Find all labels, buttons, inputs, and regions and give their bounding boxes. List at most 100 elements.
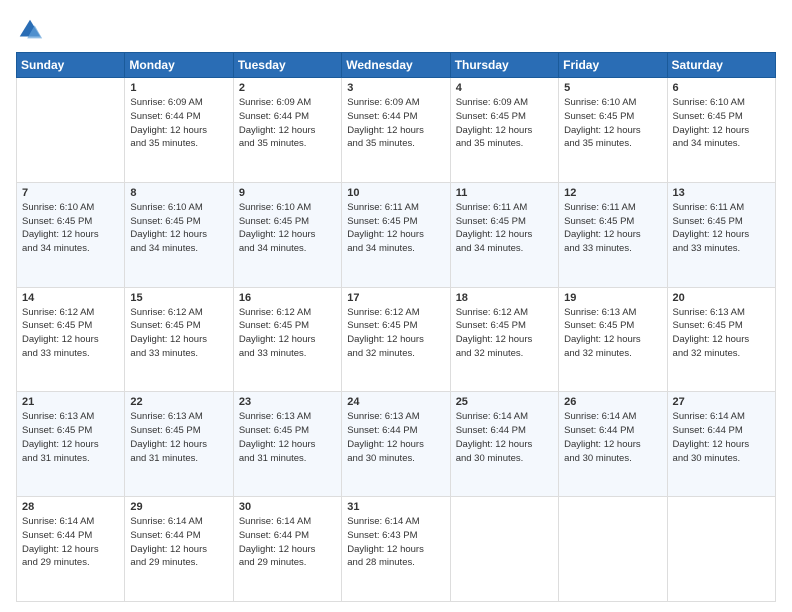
calendar-cell: 21 Sunrise: 6:13 AMSunset: 6:45 PMDayligh…: [17, 392, 125, 497]
day-info: Sunrise: 6:10 AMSunset: 6:45 PMDaylight:…: [130, 201, 227, 256]
day-info: Sunrise: 6:09 AMSunset: 6:44 PMDaylight:…: [130, 96, 227, 151]
calendar-cell: 9Sunrise: 6:10 AMSunset: 6:45 PMDaylight…: [233, 182, 341, 287]
calendar-cell: 29 Sunrise: 6:14 AMSunset: 6:44 PMDayligh…: [125, 497, 233, 602]
calendar-cell: 11 Sunrise: 6:11 AMSunset: 6:45 PMDayligh…: [450, 182, 558, 287]
calendar-cell: 25 Sunrise: 6:14 AMSunset: 6:44 PMDayligh…: [450, 392, 558, 497]
day-info: Sunrise: 6:12 AMSunset: 6:45 PMDaylight:…: [22, 306, 119, 361]
calendar-cell: 8 Sunrise: 6:10 AMSunset: 6:45 PMDaylight…: [125, 182, 233, 287]
day-info: Sunrise: 6:13 AMSunset: 6:45 PMDaylight:…: [673, 306, 770, 361]
day-number: 28: [22, 501, 119, 513]
day-info: Sunrise: 6:13 AMSunset: 6:45 PMDaylight:…: [22, 410, 119, 465]
header-day-thursday: Thursday: [450, 53, 558, 78]
day-number: 26: [564, 396, 661, 408]
calendar-week-5: 28 Sunrise: 6:14 AMSunset: 6:44 PMDayligh…: [17, 497, 776, 602]
day-info: Sunrise: 6:13 AMSunset: 6:45 PMDaylight:…: [239, 410, 336, 465]
calendar-cell: 24Sunrise: 6:13 AMSunset: 6:44 PMDayligh…: [342, 392, 450, 497]
calendar-cell: 2Sunrise: 6:09 AMSunset: 6:44 PMDaylight…: [233, 78, 341, 183]
day-number: 29: [130, 501, 227, 513]
calendar-cell: [17, 78, 125, 183]
logo-icon: [16, 16, 44, 44]
day-number: 19: [564, 292, 661, 304]
day-info: Sunrise: 6:14 AMSunset: 6:44 PMDaylight:…: [673, 410, 770, 465]
day-number: 5: [564, 82, 661, 94]
calendar-cell: 20 Sunrise: 6:13 AMSunset: 6:45 PMDayligh…: [667, 287, 775, 392]
day-number: 20: [673, 292, 770, 304]
day-info: Sunrise: 6:14 AMSunset: 6:44 PMDaylight:…: [239, 515, 336, 570]
calendar-cell: 13 Sunrise: 6:11 AMSunset: 6:45 PMDayligh…: [667, 182, 775, 287]
day-number: 24: [347, 396, 444, 408]
day-number: 17: [347, 292, 444, 304]
day-info: Sunrise: 6:12 AMSunset: 6:45 PMDaylight:…: [130, 306, 227, 361]
calendar-cell: 5 Sunrise: 6:10 AMSunset: 6:45 PMDaylight…: [559, 78, 667, 183]
day-info: Sunrise: 6:09 AMSunset: 6:44 PMDaylight:…: [347, 96, 444, 151]
calendar-cell: 15Sunrise: 6:12 AMSunset: 6:45 PMDayligh…: [125, 287, 233, 392]
header-day-saturday: Saturday: [667, 53, 775, 78]
day-number: 13: [673, 187, 770, 199]
day-info: Sunrise: 6:09 AMSunset: 6:45 PMDaylight:…: [456, 96, 553, 151]
calendar-cell: 27Sunrise: 6:14 AMSunset: 6:44 PMDayligh…: [667, 392, 775, 497]
calendar-cell: 6 Sunrise: 6:10 AMSunset: 6:45 PMDaylight…: [667, 78, 775, 183]
calendar-table: SundayMondayTuesdayWednesdayThursdayFrid…: [16, 52, 776, 602]
day-number: 21: [22, 396, 119, 408]
day-number: 3: [347, 82, 444, 94]
day-number: 1: [130, 82, 227, 94]
day-info: Sunrise: 6:10 AMSunset: 6:45 PMDaylight:…: [22, 201, 119, 256]
calendar-week-2: 7 Sunrise: 6:10 AMSunset: 6:45 PMDaylight…: [17, 182, 776, 287]
header-day-sunday: Sunday: [17, 53, 125, 78]
header: [16, 16, 776, 44]
day-number: 18: [456, 292, 553, 304]
day-number: 14: [22, 292, 119, 304]
day-number: 4: [456, 82, 553, 94]
day-number: 23: [239, 396, 336, 408]
calendar-cell: 3 Sunrise: 6:09 AMSunset: 6:44 PMDaylight…: [342, 78, 450, 183]
calendar-cell: 30Sunrise: 6:14 AMSunset: 6:44 PMDayligh…: [233, 497, 341, 602]
calendar-cell: [559, 497, 667, 602]
day-number: 10: [347, 187, 444, 199]
calendar-cell: [667, 497, 775, 602]
day-info: Sunrise: 6:11 AMSunset: 6:45 PMDaylight:…: [673, 201, 770, 256]
calendar-cell: 26 Sunrise: 6:14 AMSunset: 6:44 PMDayligh…: [559, 392, 667, 497]
calendar-week-1: 1 Sunrise: 6:09 AMSunset: 6:44 PMDaylight…: [17, 78, 776, 183]
day-number: 22: [130, 396, 227, 408]
day-number: 16: [239, 292, 336, 304]
day-number: 8: [130, 187, 227, 199]
calendar-cell: 1 Sunrise: 6:09 AMSunset: 6:44 PMDaylight…: [125, 78, 233, 183]
calendar-cell: 28 Sunrise: 6:14 AMSunset: 6:44 PMDayligh…: [17, 497, 125, 602]
day-info: Sunrise: 6:13 AMSunset: 6:45 PMDaylight:…: [130, 410, 227, 465]
day-info: Sunrise: 6:10 AMSunset: 6:45 PMDaylight:…: [673, 96, 770, 151]
day-number: 11: [456, 187, 553, 199]
day-info: Sunrise: 6:14 AMSunset: 6:44 PMDaylight:…: [130, 515, 227, 570]
day-info: Sunrise: 6:14 AMSunset: 6:44 PMDaylight:…: [456, 410, 553, 465]
calendar-cell: 14 Sunrise: 6:12 AMSunset: 6:45 PMDayligh…: [17, 287, 125, 392]
day-info: Sunrise: 6:11 AMSunset: 6:45 PMDaylight:…: [456, 201, 553, 256]
calendar-cell: 17 Sunrise: 6:12 AMSunset: 6:45 PMDayligh…: [342, 287, 450, 392]
calendar-week-4: 21 Sunrise: 6:13 AMSunset: 6:45 PMDayligh…: [17, 392, 776, 497]
calendar-cell: 16 Sunrise: 6:12 AMSunset: 6:45 PMDayligh…: [233, 287, 341, 392]
calendar-cell: 31 Sunrise: 6:14 AMSunset: 6:43 PMDayligh…: [342, 497, 450, 602]
header-day-friday: Friday: [559, 53, 667, 78]
day-info: Sunrise: 6:12 AMSunset: 6:45 PMDaylight:…: [347, 306, 444, 361]
day-number: 2: [239, 82, 336, 94]
day-info: Sunrise: 6:10 AMSunset: 6:45 PMDaylight:…: [564, 96, 661, 151]
day-info: Sunrise: 6:10 AMSunset: 6:45 PMDaylight:…: [239, 201, 336, 256]
day-info: Sunrise: 6:14 AMSunset: 6:44 PMDaylight:…: [564, 410, 661, 465]
calendar-cell: 4 Sunrise: 6:09 AMSunset: 6:45 PMDaylight…: [450, 78, 558, 183]
calendar-cell: 23 Sunrise: 6:13 AMSunset: 6:45 PMDayligh…: [233, 392, 341, 497]
logo: [16, 16, 48, 44]
calendar-cell: 22 Sunrise: 6:13 AMSunset: 6:45 PMDayligh…: [125, 392, 233, 497]
calendar-cell: 18 Sunrise: 6:12 AMSunset: 6:45 PMDayligh…: [450, 287, 558, 392]
day-info: Sunrise: 6:14 AMSunset: 6:43 PMDaylight:…: [347, 515, 444, 570]
calendar-cell: 10Sunrise: 6:11 AMSunset: 6:45 PMDayligh…: [342, 182, 450, 287]
page: SundayMondayTuesdayWednesdayThursdayFrid…: [0, 0, 792, 612]
day-info: Sunrise: 6:12 AMSunset: 6:45 PMDaylight:…: [239, 306, 336, 361]
day-info: Sunrise: 6:13 AMSunset: 6:45 PMDaylight:…: [564, 306, 661, 361]
day-number: 12: [564, 187, 661, 199]
day-number: 7: [22, 187, 119, 199]
day-number: 25: [456, 396, 553, 408]
day-number: 6: [673, 82, 770, 94]
header-day-monday: Monday: [125, 53, 233, 78]
calendar-cell: 12Sunrise: 6:11 AMSunset: 6:45 PMDayligh…: [559, 182, 667, 287]
day-number: 31: [347, 501, 444, 513]
day-info: Sunrise: 6:12 AMSunset: 6:45 PMDaylight:…: [456, 306, 553, 361]
day-info: Sunrise: 6:14 AMSunset: 6:44 PMDaylight:…: [22, 515, 119, 570]
